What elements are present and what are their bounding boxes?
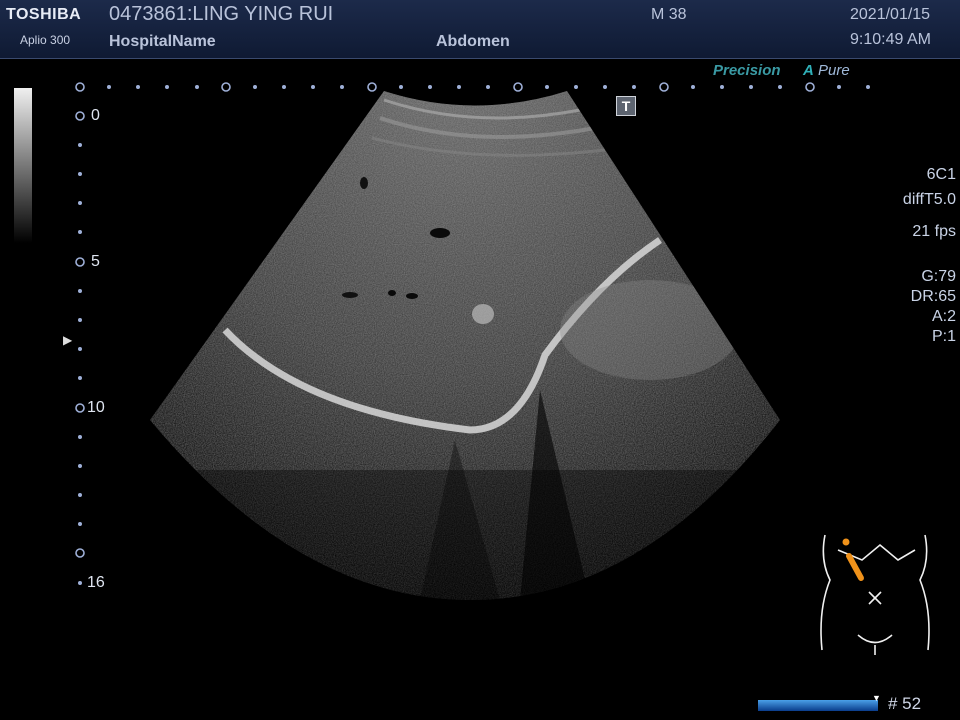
frame-rate: 21 fps xyxy=(912,223,956,240)
probe-label: 6C1 xyxy=(926,166,956,183)
apure-text: Pure xyxy=(818,62,850,79)
preset-label: diffT5.0 xyxy=(902,191,956,208)
t-marker-icon: T xyxy=(616,96,636,116)
body-marker-icon xyxy=(820,534,930,655)
depth-label-5: 5 xyxy=(91,253,100,270)
depth-scale xyxy=(75,111,85,585)
a-value: A:2 xyxy=(931,308,956,325)
depth-label-16: 16 xyxy=(87,574,105,591)
cine-progress-bar[interactable] xyxy=(758,700,878,711)
p-value: P:1 xyxy=(931,328,956,345)
apure-mode-label: A Pure xyxy=(803,62,850,79)
ultrasound-image xyxy=(75,82,930,655)
depth-label-0: 0 xyxy=(91,107,100,124)
grayscale-bar xyxy=(14,88,32,243)
scan-sector xyxy=(150,91,780,600)
dynamic-range-value: DR:65 xyxy=(910,288,956,305)
frame-number: # 52 xyxy=(888,694,922,713)
depth-label-10: 10 xyxy=(87,399,105,416)
lateral-scale xyxy=(75,82,870,92)
gain-value: G:79 xyxy=(921,268,956,285)
apure-a: A xyxy=(803,62,814,79)
cine-marker-icon: ▼ xyxy=(872,693,881,703)
focus-pointer-icon: ▶ xyxy=(63,333,73,347)
precision-mode-label: Precision xyxy=(713,62,781,79)
